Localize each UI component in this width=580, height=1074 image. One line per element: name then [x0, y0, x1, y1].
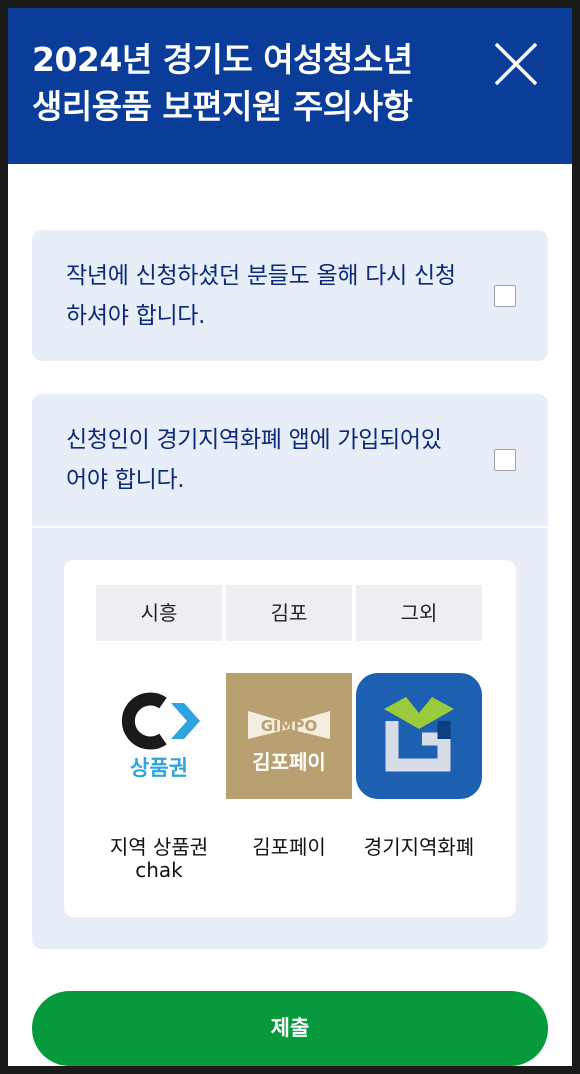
column-header-other: 그외	[356, 585, 482, 641]
submit-button[interactable]: 제출	[32, 991, 548, 1066]
chak-logo-icon: 상품권	[96, 673, 222, 799]
notice-card-app-signup: 신청인이 경기지역화폐 앱에 가입되어있어야 합니다. 시흥 김포 그외 상품권	[32, 394, 548, 949]
notice-checkbox-app-signup[interactable]	[494, 449, 516, 471]
modal-header: 2024년 경기도 여성청소년 생리용품 보편지원 주의사항	[8, 8, 572, 164]
chak-logo-text: 상품권	[130, 756, 188, 780]
close-icon	[494, 42, 538, 86]
app-name-gyeonggi-currency: 경기지역화폐	[363, 835, 475, 859]
close-button[interactable]	[492, 40, 540, 88]
gimpo-brand-text: GIMPO	[261, 717, 318, 735]
app-name-gimpo-pay: 김포페이	[252, 835, 326, 859]
gyeonggi-currency-app-icon	[356, 673, 482, 799]
notice-card-reapply: 작년에 신청하셨던 분들도 올해 다시 신청하셔야 합니다.	[32, 230, 548, 361]
modal-title: 2024년 경기도 여성청소년 생리용품 보편지원 주의사항	[32, 40, 413, 126]
notice-text: 작년에 신청하셨던 분들도 올해 다시 신청하셔야 합니다.	[66, 263, 456, 329]
modal: 2024년 경기도 여성청소년 생리용품 보편지원 주의사항 작년에 신청하셨던…	[8, 8, 572, 1066]
gimpo-pay-logo-icon: GIMPO 김포페이	[226, 673, 352, 799]
column-header-siheung: 시흥	[96, 585, 222, 641]
gimpo-logo-text: 김포페이	[252, 750, 326, 774]
notice-checkbox-reapply[interactable]	[494, 285, 516, 307]
app-table: 시흥 김포 그외 상품권 GIMPO 김포페이 지역 상품권 chak 김포페이…	[64, 560, 516, 917]
notice-text: 신청인이 경기지역화폐 앱에 가입되어있어야 합니다.	[66, 427, 442, 493]
divider	[32, 526, 548, 528]
column-header-gimpo: 김포	[226, 585, 352, 641]
app-name-chak: 지역 상품권 chak	[109, 835, 209, 882]
